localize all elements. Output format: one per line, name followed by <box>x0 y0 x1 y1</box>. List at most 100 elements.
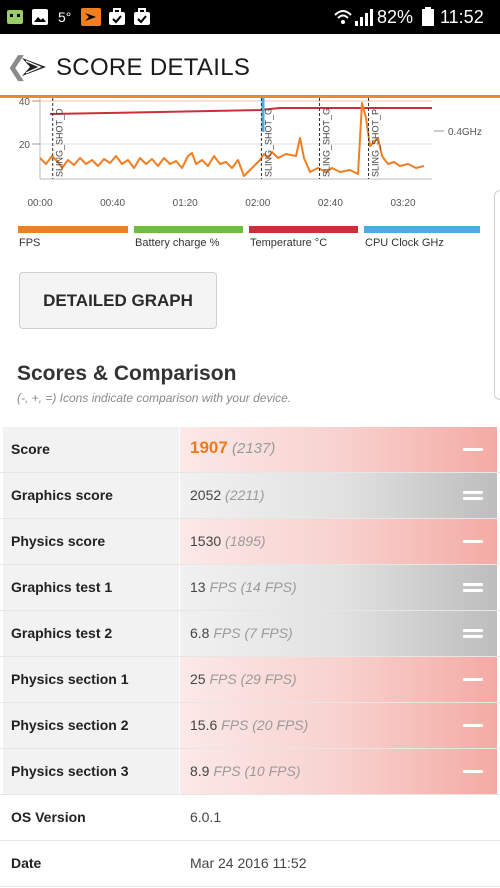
row-label-cell: Date <box>3 841 179 886</box>
score-value: Mar 24 2016 11:52 <box>190 855 307 871</box>
minus-bar <box>463 540 483 543</box>
3dmark-logo-icon[interactable] <box>20 52 48 80</box>
right-axis-label: 0.4GHz <box>448 127 482 138</box>
score-row: Graphics score 2052 (2211) <box>0 473 500 518</box>
row-value: 2052 (2211) <box>190 487 264 503</box>
row-value-cell: 13 FPS (14 FPS) <box>180 565 497 610</box>
status-bar: 5° 82% 11:52 <box>0 0 500 34</box>
row-label: OS Version <box>11 809 86 825</box>
equal-bar <box>463 497 483 500</box>
section-title: Scores & Comparison <box>17 362 237 385</box>
comparison-value: (14 FPS) <box>236 579 297 595</box>
minus-icon <box>463 445 485 455</box>
row-value-cell: 6.8 FPS (7 FPS) <box>180 611 497 656</box>
score-unit: FPS <box>205 579 237 595</box>
row-label: Score <box>11 441 50 457</box>
legend-label: CPU Clock GHz <box>365 237 444 249</box>
score-value: 1530 <box>190 533 222 549</box>
comparison-value: (29 FPS) <box>236 671 297 687</box>
row-value-cell: 25 FPS (29 FPS) <box>180 657 497 702</box>
legend-item: CPU Clock GHz <box>364 226 480 252</box>
legend-item: Battery charge % <box>134 226 243 252</box>
score-unit: FPS <box>205 671 237 687</box>
minus-bar <box>463 724 483 727</box>
legend-item: FPS <box>18 226 128 252</box>
row-label-cell: Physics section 2 <box>3 703 179 748</box>
side-panel-edge[interactable] <box>494 190 500 400</box>
legend-label: FPS <box>19 237 41 249</box>
row-value: 8.9 FPS (10 FPS) <box>190 763 301 779</box>
minus-icon <box>463 675 485 685</box>
row-value: 6.8 FPS (7 FPS) <box>190 625 293 641</box>
y-tick-label: 20 <box>19 140 31 151</box>
row-label-cell: Graphics test 1 <box>3 565 179 610</box>
row-label: Graphics score <box>11 487 113 503</box>
temperature-indicator: 5° <box>58 9 72 25</box>
score-value: 15.6 <box>190 717 218 733</box>
row-value: 13 FPS (14 FPS) <box>190 579 297 595</box>
score-row: Graphics test 1 13 FPS (14 FPS) <box>0 565 500 610</box>
x-tick-label: 00:40 <box>100 198 125 209</box>
equal-bar <box>463 491 483 494</box>
row-value: 1907 (2137) <box>190 438 275 458</box>
minus-icon <box>463 767 485 777</box>
score-row: Date Mar 24 2016 11:52 <box>0 841 500 886</box>
clock: 11:52 <box>440 7 484 27</box>
briefcase-check-icon <box>109 8 125 25</box>
row-value: 25 FPS (29 FPS) <box>190 671 297 687</box>
row-value: 1530 (1895) <box>190 533 266 549</box>
test-marker-label: SLING_SHOT_P <box>371 109 381 177</box>
score-unit: FPS <box>209 763 241 779</box>
chart-svg: 40 20 00:00 00:40 01:20 02:00 02:40 03:20 0.4GHz… <box>19 97 482 209</box>
row-label: Physics section 1 <box>11 671 129 687</box>
score-row: Physics score 1530 (1895) <box>0 519 500 564</box>
legend-swatch <box>18 226 128 233</box>
test-marker-label: SLING_SHOT_G <box>322 108 332 177</box>
row-value-cell: Mar 24 2016 11:52 <box>180 841 497 886</box>
score-value: 8.9 <box>190 763 210 779</box>
row-label: Physics section 2 <box>11 717 129 733</box>
legend-swatch <box>134 226 243 233</box>
battery-percent: 82% <box>377 7 414 27</box>
comparison-value: (2211) <box>221 487 265 503</box>
score-row: Graphics test 2 6.8 FPS (7 FPS) <box>0 611 500 656</box>
legend-item: Temperature °C <box>249 226 358 252</box>
battery-icon <box>422 7 434 26</box>
row-value: 15.6 FPS (20 FPS) <box>190 717 308 733</box>
row-label: Graphics test 1 <box>11 579 113 595</box>
minus-bar <box>463 448 483 451</box>
x-tick-label: 02:00 <box>245 198 270 209</box>
comparison-value: (10 FPS) <box>240 763 301 779</box>
row-label-cell: OS Version <box>3 795 179 840</box>
row-label-cell: Graphics score <box>3 473 179 518</box>
detailed-graph-button[interactable]: DETAILED GRAPH <box>19 272 217 329</box>
legend-swatch <box>249 226 358 233</box>
row-value-cell: 15.6 FPS (20 FPS) <box>180 703 497 748</box>
test-marker-label: SLING_SHOT_G <box>263 108 273 177</box>
row-divider <box>0 886 500 887</box>
score-value: 13 <box>190 579 206 595</box>
score-row: Physics section 3 8.9 FPS (10 FPS) <box>0 749 500 794</box>
comparison-value: (1895) <box>221 533 266 549</box>
score-value: 1907 <box>190 438 228 457</box>
equal-icon <box>463 629 485 639</box>
performance-chart[interactable]: 40 20 00:00 00:40 01:20 02:00 02:40 03:20 0.4GHz… <box>0 97 500 210</box>
row-label: Physics score <box>11 533 106 549</box>
minus-icon <box>463 537 485 547</box>
test-marker-label: SLING_SHOT_D <box>55 108 65 177</box>
score-row: Physics section 2 15.6 FPS (20 FPS) <box>0 703 500 748</box>
row-value-cell: 8.9 FPS (10 FPS) <box>180 749 497 794</box>
equal-bar <box>463 629 483 632</box>
x-tick-label: 00:00 <box>27 198 52 209</box>
y-tick-label: 40 <box>19 98 31 108</box>
legend-label: Temperature °C <box>250 237 328 249</box>
row-value: Mar 24 2016 11:52 <box>190 855 307 871</box>
row-value: 6.0.1 <box>190 809 221 825</box>
3dmark-notification-icon <box>81 8 101 26</box>
comparison-value: (20 FPS) <box>248 717 309 733</box>
legend-swatch <box>364 226 480 233</box>
row-label-cell: Physics section 1 <box>3 657 179 702</box>
x-tick-label: 01:20 <box>173 198 198 209</box>
score-value: 2052 <box>190 487 222 503</box>
row-label-cell: Score <box>3 427 179 472</box>
